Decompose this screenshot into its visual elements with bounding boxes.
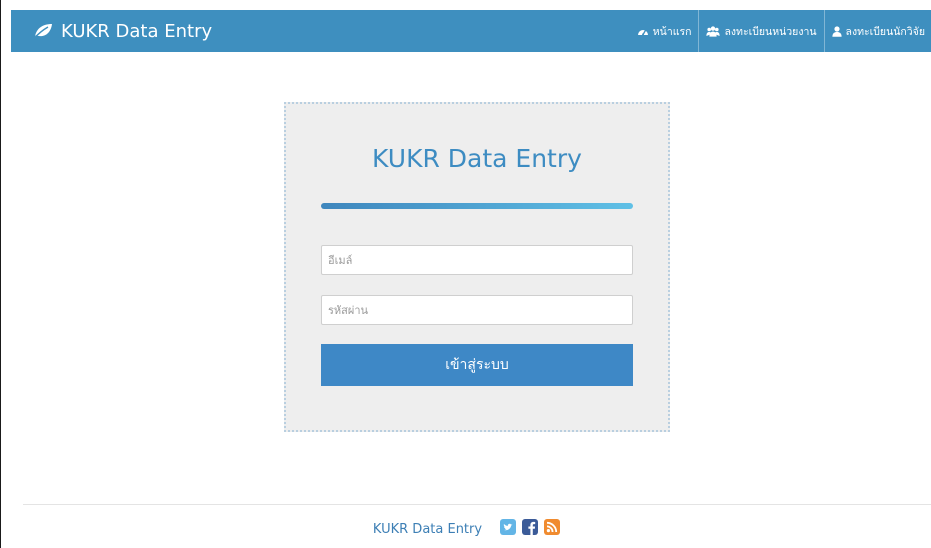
nav-menu: หน้าแรก ลงทะเบียนหน่วยงาน ลงทะเบียนนักวิ… — [630, 10, 931, 52]
brand-link[interactable]: KUKR Data Entry — [33, 10, 212, 52]
page: KUKR Data Entry หน้าแรก ลงทะเบียนหน่วยงา… — [0, 0, 931, 548]
nav-item-home[interactable]: หน้าแรก — [630, 10, 699, 52]
facebook-icon[interactable] — [522, 519, 539, 539]
top-navbar: KUKR Data Entry หน้าแรก ลงทะเบียนหน่วยงา… — [11, 10, 931, 52]
rss-icon[interactable] — [544, 519, 561, 539]
nav-item-register-researcher[interactable]: ลงทะเบียนนักวิจัย — [823, 10, 931, 52]
login-button[interactable]: เข้าสู่ระบบ — [321, 344, 633, 386]
leaf-icon — [33, 23, 53, 39]
footer-divider — [23, 504, 931, 505]
dashboard-icon — [637, 26, 649, 36]
nav-item-register-agency[interactable]: ลงทะเบียนหน่วยงาน — [698, 10, 823, 52]
footer: KUKR Data Entry — [1, 518, 931, 540]
footer-label: KUKR Data Entry — [372, 521, 483, 537]
user-icon — [831, 25, 842, 37]
login-panel: KUKR Data Entry เข้าสู่ระบบ — [284, 102, 670, 432]
nav-item-register-agency-label: ลงทะเบียนหน่วยงาน — [724, 25, 817, 38]
password-field[interactable] — [321, 295, 633, 325]
brand-label: KUKR Data Entry — [61, 20, 213, 42]
login-title: KUKR Data Entry — [372, 144, 582, 173]
title-divider — [321, 203, 633, 209]
nav-item-home-label: หน้าแรก — [652, 25, 692, 38]
nav-item-register-researcher-label: ลงทะเบียนนักวิจัย — [845, 25, 925, 38]
users-icon — [706, 25, 721, 37]
twitter-icon[interactable] — [500, 519, 517, 539]
email-field[interactable] — [321, 245, 633, 275]
